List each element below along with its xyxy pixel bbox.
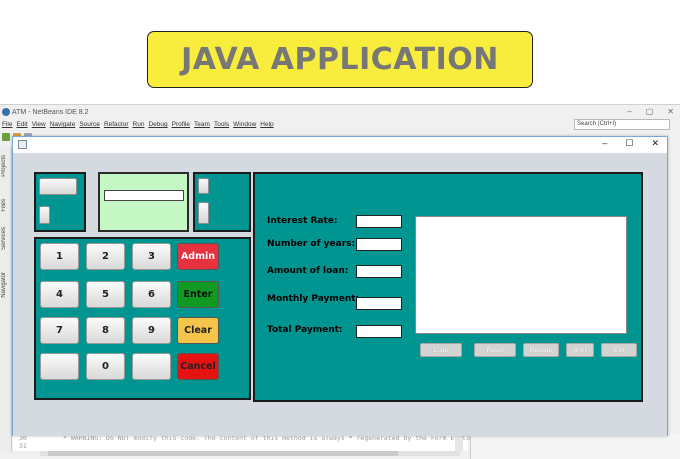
menu-profile[interactable]: Profile	[172, 121, 190, 128]
ide-search-input[interactable]: Search (Ctrl+I)	[574, 119, 670, 130]
new-project-icon[interactable]	[2, 133, 10, 141]
java-app-icon	[18, 140, 27, 149]
menu-window[interactable]: Window	[233, 121, 256, 128]
key-1[interactable]: 1	[40, 243, 79, 270]
key-9[interactable]: 9	[132, 317, 171, 344]
key-8[interactable]: 8	[86, 317, 125, 344]
amount-of-loan-field[interactable]	[356, 265, 402, 278]
menu-tools[interactable]: Tools	[214, 121, 229, 128]
key-5[interactable]: 5	[86, 281, 125, 308]
amount-of-loan-label: Amount of loan:	[267, 266, 349, 276]
interest-rate-label: Interest Rate:	[267, 216, 338, 226]
clear-button[interactable]: Clear	[177, 317, 219, 344]
title-banner: JAVA APPLICATION	[147, 31, 533, 88]
menu-source[interactable]: Source	[79, 121, 100, 128]
atm-screen-panel	[98, 172, 189, 232]
loan-button[interactable]: Loan	[420, 343, 462, 357]
number-of-years-field[interactable]	[356, 238, 402, 251]
atm-content: 1 2 3 Admin 4 5 6 Enter 7 8 9 Clear 0 Ca…	[13, 153, 667, 436]
minimize-icon[interactable]: –	[627, 107, 631, 116]
menu-run[interactable]: Run	[133, 121, 145, 128]
ide-side-tabs: Projects Files Services Navigator	[0, 147, 12, 452]
total-payment-label: Total Payment:	[267, 325, 343, 335]
keypad-panel: 1 2 3 Admin 4 5 6 Enter 7 8 9 Clear 0 Ca…	[34, 237, 251, 400]
key-0[interactable]: 0	[86, 353, 125, 380]
atm-title-bar: – ☐ ✕	[13, 137, 667, 153]
side-button-right-1[interactable]	[198, 178, 209, 194]
menu-navigate[interactable]: Navigate	[50, 121, 76, 128]
side-button-left-2[interactable]	[39, 206, 50, 224]
side-tab-services[interactable]: Services	[1, 227, 7, 250]
ide-window-controls: – ▢ ✕	[627, 107, 674, 116]
close-icon[interactable]: ✕	[667, 107, 674, 116]
ide-title-bar: ATM - NetBeans IDE 8.2	[2, 108, 89, 116]
right-side-button-panel	[193, 172, 251, 232]
menu-view[interactable]: View	[32, 121, 46, 128]
monthly-payment-label: Monthly Payment:	[267, 294, 360, 304]
line-numbers: 30 31	[19, 434, 27, 450]
side-tab-files[interactable]: Files	[1, 199, 7, 212]
key-7[interactable]: 7	[40, 317, 79, 344]
cancel-button[interactable]: Cancel	[177, 353, 219, 380]
loan-calculator-panel: Interest Rate: Number of years: Amount o…	[253, 172, 643, 402]
menu-help[interactable]: Help	[260, 121, 273, 128]
left-side-button-panel	[34, 172, 86, 232]
side-tab-projects[interactable]: Projects	[1, 155, 7, 177]
maximize-icon[interactable]: ☐	[625, 138, 633, 149]
total-payment-field[interactable]	[356, 325, 402, 338]
ide-right-panel	[470, 433, 680, 459]
reset-button[interactable]: Reset	[474, 343, 516, 357]
key-blank-left[interactable]	[40, 353, 79, 380]
netbeans-logo-icon	[2, 108, 10, 116]
editor-horizontal-scrollbar[interactable]	[40, 451, 460, 456]
number-of-years-label: Number of years:	[267, 239, 356, 249]
receipt-button[interactable]: Receipt	[523, 343, 559, 357]
print-button[interactable]: print	[566, 343, 594, 357]
monthly-payment-field[interactable]	[356, 297, 402, 310]
banner-title: JAVA APPLICATION	[181, 42, 499, 77]
side-button-left-1[interactable]	[39, 178, 77, 195]
atm-window-controls: – ☐ ✕	[602, 138, 659, 149]
interest-rate-field[interactable]	[356, 215, 402, 228]
menu-file[interactable]: File	[2, 121, 12, 128]
maximize-icon[interactable]: ▢	[646, 107, 654, 116]
ide-menu-bar: File Edit View Navigate Source Refactor …	[2, 121, 274, 128]
minimize-icon[interactable]: –	[602, 138, 607, 149]
screenshot-root: JAVA APPLICATION ATM - NetBeans IDE 8.2 …	[0, 0, 680, 459]
atm-window: – ☐ ✕ 1 2 3 Admin 4 5 6 Enter 7 8 9 Clea…	[12, 136, 668, 436]
close-icon[interactable]: ✕	[651, 138, 659, 149]
menu-edit[interactable]: Edit	[16, 121, 27, 128]
key-2[interactable]: 2	[86, 243, 125, 270]
scroll-thumb[interactable]	[48, 451, 398, 456]
ide-title: ATM - NetBeans IDE 8.2	[12, 108, 89, 116]
menu-team[interactable]: Team	[194, 121, 210, 128]
key-blank-right[interactable]	[132, 353, 171, 380]
admin-button[interactable]: Admin	[177, 243, 219, 270]
menu-debug[interactable]: Debug	[148, 121, 167, 128]
pin-display-field[interactable]	[104, 190, 184, 201]
side-button-right-2[interactable]	[198, 202, 209, 224]
key-6[interactable]: 6	[132, 281, 171, 308]
side-tab-navigator[interactable]: Navigator	[1, 272, 7, 298]
enter-button[interactable]: Enter	[177, 281, 219, 308]
receipt-text-area[interactable]	[415, 216, 627, 334]
key-3[interactable]: 3	[132, 243, 171, 270]
menu-refactor[interactable]: Refactor	[104, 121, 129, 128]
exit-button[interactable]: Exit	[601, 343, 637, 357]
key-4[interactable]: 4	[40, 281, 79, 308]
